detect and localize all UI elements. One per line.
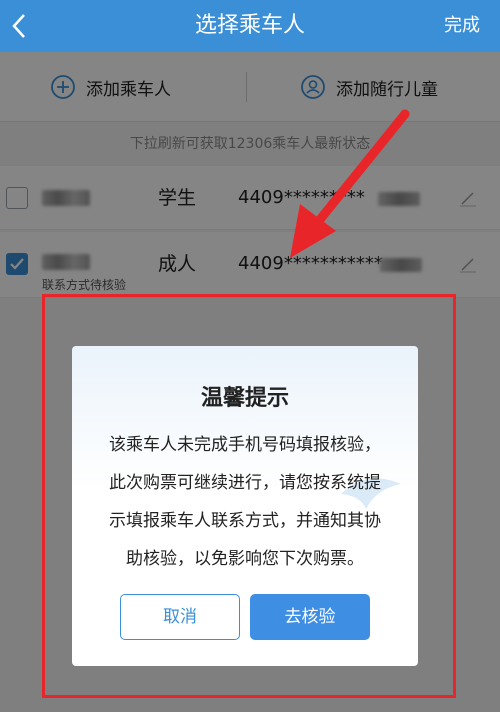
done-button[interactable]: 完成 [444, 0, 480, 52]
verify-button[interactable]: 去核验 [250, 594, 370, 640]
page-title: 选择乘车人 [194, 13, 305, 38]
dialog-message-line: 该乘车人未完成手机号码填报核验， [109, 435, 381, 455]
dialog-message-line: 示填报乘车人联系方式，并通知其协 [109, 511, 381, 531]
top-bar: 选择乘车人 完成 [0, 0, 500, 52]
dialog-message: 该乘车人未完成手机号码填报核验， 此次购票可继续进行，请您按系统提 示填报乘车人… [88, 426, 402, 578]
reminder-dialog: 温馨提示 该乘车人未完成手机号码填报核验， 此次购票可继续进行，请您按系统提 示… [72, 346, 418, 666]
dialog-message-line: 助核验，以免影响您下次购票。 [126, 549, 364, 569]
dialog-message-line: 此次购票可继续进行，请您按系统提 [109, 473, 381, 493]
cancel-button[interactable]: 取消 [120, 594, 240, 640]
dialog-title: 温馨提示 [200, 386, 289, 411]
